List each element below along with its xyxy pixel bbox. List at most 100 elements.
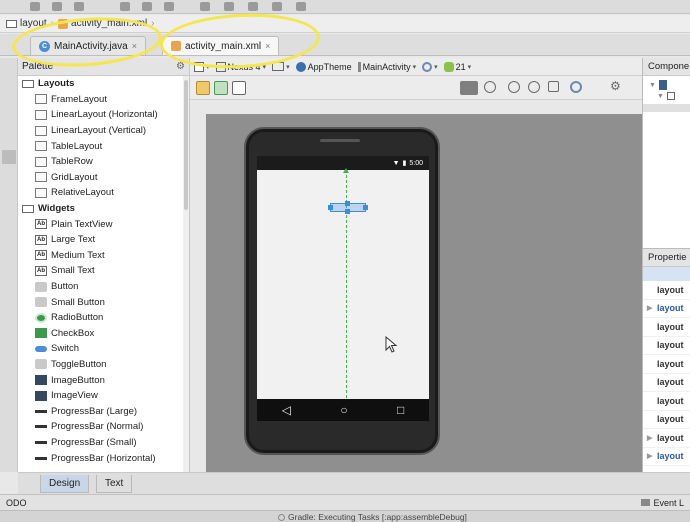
tab-text[interactable]: Text (96, 475, 133, 493)
toolbar-icon[interactable] (74, 2, 84, 11)
palette-item[interactable]: ToggleButton (22, 357, 189, 373)
property-row[interactable]: layout (643, 281, 690, 300)
api-level-dropdown[interactable]: 21 ▾ (443, 61, 471, 72)
toolbar-icon[interactable] (164, 2, 174, 11)
preview-icon[interactable] (214, 81, 228, 95)
palette-item[interactable]: Ab Large Text (22, 232, 189, 248)
property-label: layout (657, 321, 684, 332)
zoom-out-icon[interactable] (528, 81, 540, 93)
todo-tool-button[interactable]: ODO (6, 498, 27, 508)
palette-scrollbar[interactable] (183, 76, 189, 472)
properties-panel: Propertie layout ▶ layout layout layout layou… (642, 248, 690, 472)
property-row[interactable]: layout (643, 392, 690, 411)
tab-design[interactable]: Design (40, 475, 90, 493)
tree-row[interactable]: ▼ (643, 90, 690, 100)
palette-item-label: Small Text (51, 265, 95, 277)
property-row[interactable]: layout (643, 411, 690, 429)
resize-handle[interactable] (345, 209, 350, 214)
palette-item[interactable]: Switch (22, 341, 189, 357)
chevron-right-icon[interactable]: ▶ (647, 434, 653, 442)
radio-button-icon (35, 312, 47, 323)
toolbar-icon[interactable] (142, 2, 152, 11)
resize-handle[interactable] (345, 201, 350, 206)
toolbar-icon[interactable] (200, 2, 210, 11)
palette-item-label: GridLayout (51, 171, 98, 183)
screenshot-icon[interactable] (548, 81, 559, 92)
zoom-in-icon[interactable] (508, 81, 520, 93)
palette-item-label: Button (51, 281, 79, 293)
gear-icon[interactable]: ⚙ (610, 79, 624, 93)
folder-icon (22, 204, 34, 213)
chevron-right-icon[interactable]: ▶ (647, 304, 653, 312)
palette-item[interactable]: ProgressBar (Normal) (22, 419, 189, 435)
tree-row-selected[interactable] (643, 104, 690, 112)
recents-icon[interactable]: □ (397, 403, 404, 417)
scroll-thumb[interactable] (184, 80, 188, 210)
palette-item[interactable]: TableRow (22, 154, 189, 170)
property-row[interactable]: ▶ layout (643, 300, 690, 318)
palette-item[interactable]: RadioButton (22, 310, 189, 326)
toolbar-icon[interactable] (272, 2, 282, 11)
palette-item[interactable]: Small Button (22, 294, 189, 310)
palette-item-label: Switch (51, 343, 79, 355)
palette-item[interactable]: RelativeLayout (22, 185, 189, 201)
theme-dropdown[interactable]: AppTheme (295, 61, 352, 72)
palette-item[interactable]: Ab Plain TextView (22, 216, 189, 232)
palette-item-label: ProgressBar (Large) (51, 405, 138, 417)
property-row[interactable]: layout (643, 337, 690, 355)
property-row[interactable]: layout (643, 318, 690, 337)
property-row[interactable]: layout (643, 355, 690, 374)
palette-item[interactable]: ImageButton (22, 372, 189, 388)
toolbar-icon[interactable] (248, 2, 258, 11)
preview-icon[interactable] (196, 81, 210, 95)
tree-row[interactable]: ▼ (643, 76, 690, 90)
property-row[interactable]: ▶ layout (643, 448, 690, 466)
locale-dropdown[interactable]: ▾ (422, 61, 438, 72)
back-icon[interactable]: ◁ (282, 403, 291, 417)
toolbar-icon[interactable] (120, 2, 130, 11)
toolbar-icon[interactable] (224, 2, 234, 11)
palette-item[interactable]: LinearLayout (Horizontal) (22, 107, 189, 123)
home-icon[interactable]: ○ (340, 403, 347, 417)
palette-item[interactable]: TableLayout (22, 138, 189, 154)
resize-handle[interactable] (363, 205, 368, 210)
refresh-icon[interactable] (570, 81, 582, 93)
palette-item-label: Large Text (51, 234, 96, 246)
toolbar-icon[interactable] (30, 2, 40, 11)
palette-item[interactable]: Button (22, 279, 189, 295)
palette-item[interactable]: CheckBox (22, 326, 189, 342)
device-screen[interactable] (257, 156, 429, 404)
palette-item[interactable]: ProgressBar (Small) (22, 435, 189, 451)
selected-widget[interactable] (328, 201, 368, 214)
zoom-box-icon[interactable] (460, 81, 478, 95)
palette-item-label: ToggleButton (51, 358, 107, 370)
palette-item[interactable]: FrameLayout (22, 92, 189, 108)
event-log-icon (641, 499, 651, 506)
event-log-button[interactable]: Event L (641, 498, 684, 508)
palette-item[interactable]: LinearLayout (Vertical) (22, 123, 189, 139)
project-tool-button[interactable] (2, 150, 16, 164)
palette-item[interactable]: Ab Medium Text (22, 248, 189, 264)
property-row-highlight[interactable] (643, 267, 690, 281)
preview-icon[interactable] (232, 81, 246, 95)
zoom-actual-icon[interactable] (484, 81, 496, 93)
main-toolbar (0, 0, 690, 14)
property-row[interactable]: layout (643, 374, 690, 392)
palette-item[interactable]: GridLayout (22, 170, 189, 186)
property-label: layout (657, 395, 684, 406)
property-row[interactable]: ▶ layout (643, 429, 690, 448)
device-speaker (320, 139, 360, 142)
palette-item[interactable]: ProgressBar (Horizontal) (22, 450, 189, 466)
palette-group-layouts[interactable]: Layouts (22, 76, 189, 92)
activity-dropdown[interactable]: MainActivity ▾ (357, 61, 416, 72)
palette-item[interactable]: ImageView (22, 388, 189, 404)
palette-group-widgets[interactable]: Widgets (22, 201, 189, 217)
resize-handle[interactable] (328, 205, 333, 210)
toolbar-icon[interactable] (296, 2, 306, 11)
chevron-right-icon[interactable]: ▶ (647, 452, 653, 460)
palette-item[interactable]: ProgressBar (Large) (22, 403, 189, 419)
palette-item[interactable]: Ab Small Text (22, 263, 189, 279)
layout-editor-secondary-toolbar: ⚙ (190, 76, 642, 100)
toolbar-icon[interactable] (52, 2, 62, 11)
bottom-tool-bar: ODO Event L (0, 494, 690, 510)
